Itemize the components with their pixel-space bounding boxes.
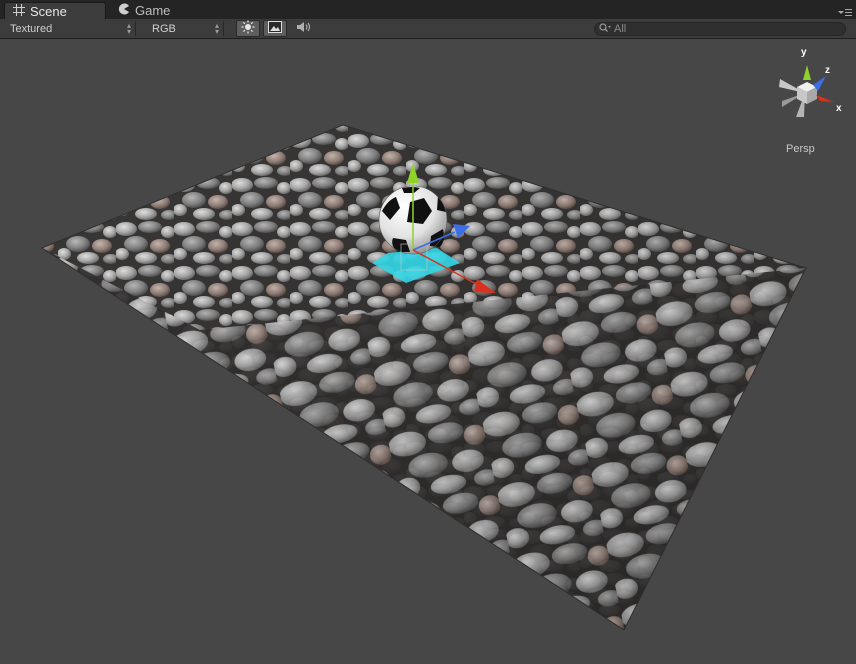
updown-arrows-icon: ▴ ▾ [214, 20, 219, 36]
gizmo-y-cone [803, 65, 811, 80]
game-pacman-icon [118, 3, 130, 18]
projection-label[interactable]: Persp [786, 143, 815, 155]
speaker-icon [296, 21, 312, 36]
draw-mode-dropdown[interactable]: Textured ▴ ▾ [4, 21, 136, 36]
scene-render [40, 124, 807, 631]
scene-toolbar: Textured ▴ ▾ RGB ▴ ▾ [0, 19, 856, 39]
scene-orientation-gizmo[interactable]: y z x [768, 47, 844, 129]
editor-tab-bar: Scene Game [0, 0, 856, 19]
tab-scene[interactable]: Scene [4, 2, 106, 19]
render-mode-dropdown[interactable]: RGB ▴ ▾ [146, 21, 224, 36]
scene-viewport[interactable]: y z x Persp [0, 39, 856, 664]
search-input[interactable] [614, 23, 814, 35]
sun-icon [241, 20, 255, 37]
tab-game-label: Game [135, 3, 171, 18]
scene-audio-button[interactable] [292, 20, 316, 37]
gizmo-y-label: y [801, 47, 807, 58]
panel-menu-icon[interactable] [838, 7, 852, 17]
scene-lighting-button[interactable] [236, 20, 260, 37]
tab-game[interactable]: Game [110, 2, 184, 19]
gizmo-x-label: x [836, 103, 842, 114]
gizmo-x-cone [816, 95, 834, 102]
image-icon [268, 21, 282, 36]
scene-overlay-button[interactable] [263, 20, 287, 37]
updown-arrows-icon: ▴ ▾ [126, 20, 131, 36]
hierarchy-search-field[interactable] [594, 22, 846, 36]
draw-mode-value: Textured [10, 22, 53, 35]
search-icon [599, 22, 611, 36]
render-mode-value: RGB [152, 22, 176, 35]
scene-grid-icon [13, 3, 25, 19]
tab-scene-label: Scene [30, 3, 67, 19]
gizmo-z-label: z [825, 65, 830, 76]
